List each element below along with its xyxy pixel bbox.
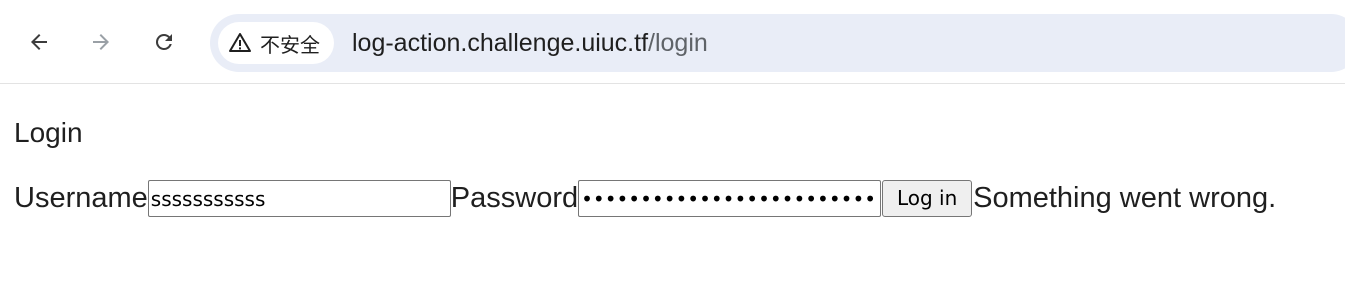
- arrow-left-icon: [31, 34, 47, 50]
- password-input[interactable]: [578, 179, 882, 217]
- login-form: Username Password Log in Something went …: [14, 178, 1276, 218]
- forward-button[interactable]: [81, 22, 121, 62]
- arrow-right-icon: [93, 34, 109, 50]
- username-input[interactable]: [147, 179, 451, 217]
- reload-button[interactable]: [144, 22, 184, 62]
- url-text[interactable]: log-action.challenge.uiuc.tf/login: [352, 14, 708, 72]
- address-bar[interactable]: 不安全 log-action.challenge.uiuc.tf/login: [210, 14, 1345, 72]
- url-host: log-action.challenge.uiuc.tf: [352, 29, 649, 57]
- username-label: Username: [14, 182, 148, 214]
- password-label: Password: [450, 182, 579, 214]
- login-button[interactable]: Log in: [882, 179, 973, 217]
- url-path: /login: [648, 29, 708, 57]
- reload-icon: [155, 33, 172, 50]
- warning-icon: [229, 33, 251, 52]
- error-message: Something went wrong.: [973, 182, 1277, 214]
- page-title: Login: [14, 117, 83, 148]
- security-chip[interactable]: 不安全: [218, 22, 334, 64]
- back-button[interactable]: [19, 22, 59, 62]
- browser-toolbar: 不安全 log-action.challenge.uiuc.tf/login: [0, 0, 1345, 84]
- security-chip-label: 不安全: [260, 32, 320, 57]
